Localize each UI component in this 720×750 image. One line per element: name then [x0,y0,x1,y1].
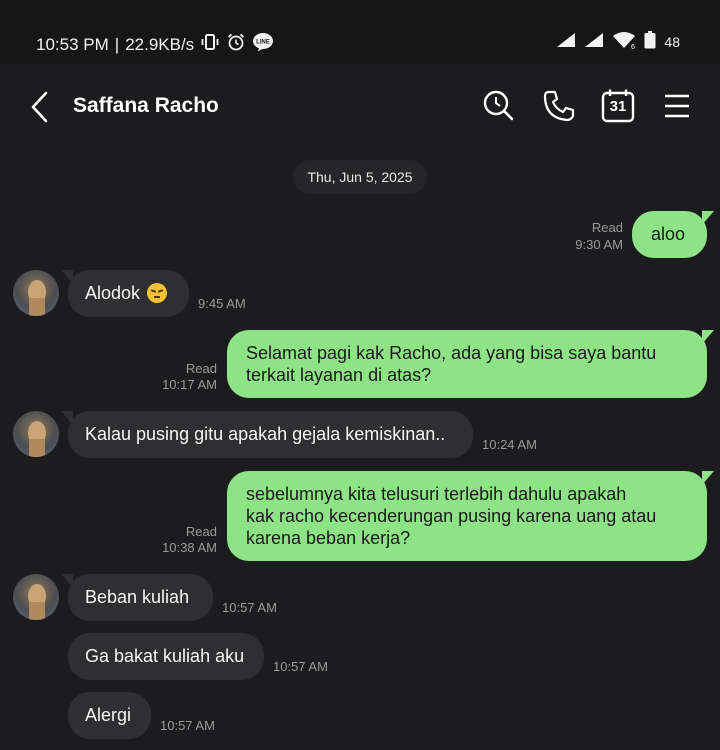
calendar-day: 31 [609,98,627,115]
status-right: 6 48 [556,31,680,52]
read-status: Read [185,361,217,376]
back-arrow-icon [31,91,48,123]
calendar-button[interactable]: 31 [600,88,636,124]
message-time: 10:57 AM [273,659,328,674]
message-text: Ga bakat kuliah aku [85,646,245,666]
avatar[interactable] [13,574,59,620]
menu-button[interactable] [659,88,695,124]
message-time: 10:57 AM [222,600,277,615]
message-time: 10:38 AM [162,540,217,555]
signal-icon [584,32,604,51]
status-speed: 22.9KB/s [125,34,195,54]
status-separator: | [114,34,120,54]
message-bubble[interactable]: Alodok [61,270,189,317]
chat-header: Saffana Racho 31 [0,64,720,150]
line-app-icon: LINE [252,32,274,57]
signal-icon [556,32,576,51]
menu-icon [665,94,689,118]
message-text-line: kak racho kecenderungan pusing karena ua… [246,506,657,526]
avatar-image [28,584,46,620]
message-text: Beban kuliah [85,587,190,607]
search-icon [483,90,514,121]
message-bubble[interactable]: Beban kuliah [61,574,213,621]
read-status: Read [185,524,217,539]
vibrate-icon [200,32,220,57]
avatar-image [28,280,46,316]
message-bubble[interactable]: aloo [632,211,714,258]
status-bar: 10:53 PM | 22.9KB/s LINE 6 48 [0,0,720,64]
date-separator: Thu, Jun 5, 2025 [293,160,427,194]
message-time: 9:30 AM [575,237,623,252]
call-button[interactable] [541,88,577,124]
chat-title: Saffana Racho [73,94,219,117]
back-button[interactable] [26,90,56,124]
svg-text:6: 6 [631,44,635,49]
avatar[interactable] [13,411,59,457]
battery-icon [644,31,656,52]
message-text: Alergi [85,705,132,725]
status-time: 10:53 PM [36,34,109,54]
message-text-line: terkait layanan di atas? [246,365,432,385]
avatar[interactable] [13,270,59,316]
avatar-image [28,421,46,457]
message-text: Kalau pusing gitu apakah gejala kemiskin… [85,424,446,444]
alarm-icon [226,32,246,57]
wifi-icon: 6 [612,31,636,52]
search-button[interactable] [481,88,517,124]
message-bubble[interactable]: Alergi [68,692,151,739]
message-time: 9:45 AM [198,296,246,311]
message-text-line: karena beban kerja? [246,528,411,548]
svg-text:LINE: LINE [256,40,270,46]
message-time: 10:24 AM [482,437,537,452]
read-status: Read [591,220,623,235]
message-bubble[interactable]: Kalau pusing gitu apakah gejala kemiskin… [61,411,473,458]
phone-icon [543,90,575,122]
message-text-line: Selamat pagi kak Racho, ada yang bisa sa… [246,343,657,363]
status-left: 10:53 PM | 22.9KB/s LINE [36,32,274,57]
disappointed-face-emoji [147,283,168,303]
battery-level: 48 [664,33,680,50]
message-time: 10:17 AM [162,377,217,392]
message-time: 10:57 AM [160,718,215,733]
message-text-line: sebelumnya kita telusuri terlebih dahulu… [246,484,627,504]
message-text: Alodok [85,283,141,303]
message-text: aloo [651,224,686,244]
message-bubble[interactable]: sebelumnya kita telusuri terlebih dahulu… [227,471,714,561]
message-bubble[interactable]: Selamat pagi kak Racho, ada yang bisa sa… [227,330,714,398]
message-bubble[interactable]: Ga bakat kuliah aku [68,633,264,680]
